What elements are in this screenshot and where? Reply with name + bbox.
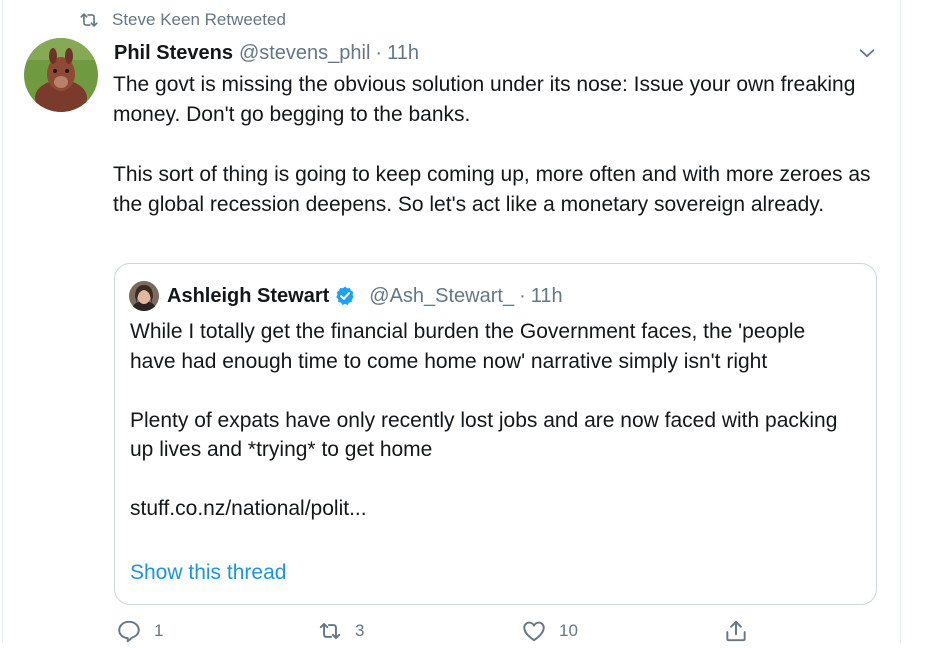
tweet-timestamp[interactable]: 11h: [387, 42, 419, 65]
quoted-link[interactable]: stuff.co.nz/national/polit...: [130, 494, 850, 524]
heart-icon: [523, 621, 545, 642]
author-name[interactable]: Phil Stevens: [114, 42, 233, 65]
retweet-context[interactable]: Steve Keen Retweeted: [78, 9, 286, 31]
verified-badge-icon: [336, 286, 354, 305]
timeline-right-border: [900, 0, 901, 643]
share-icon: [726, 620, 746, 642]
timeline-left-border: [2, 0, 3, 643]
reply-count: 1: [154, 621, 164, 640]
retweet-button[interactable]: 3: [317, 618, 364, 644]
reply-icon: [118, 620, 140, 643]
quoted-author-avatar[interactable]: [129, 281, 159, 311]
retweet-icon: [80, 13, 98, 27]
quoted-paragraph: Plenty of expats have only recently lost…: [130, 408, 838, 462]
reply-button[interactable]: 1: [116, 618, 163, 644]
quoted-tweet-text: While I totally get the financial burden…: [130, 317, 850, 524]
quoted-avatar-image: [129, 281, 159, 311]
retweet-count: 3: [355, 621, 365, 640]
tweet-text: The govt is missing the obvious solution…: [113, 70, 873, 220]
tweet-paragraph: The govt is missing the obvious solution…: [113, 73, 856, 126]
author-avatar[interactable]: [24, 38, 98, 112]
quoted-header-separator: ·: [519, 284, 526, 307]
quoted-tweet-card[interactable]: Ashleigh Stewart @Ash_Stewart_ · 11h Whi…: [114, 263, 877, 605]
tweet-actions: 1 3 10: [0, 618, 931, 648]
quoted-tweet-timestamp[interactable]: 11h: [531, 285, 563, 308]
quoted-paragraph: While I totally get the financial burden…: [130, 320, 806, 373]
alpaca-avatar-image: [24, 38, 98, 112]
tweet-paragraph: This sort of thing is going to keep comi…: [113, 163, 871, 216]
quoted-author-handle[interactable]: @Ash_Stewart_: [369, 285, 514, 308]
like-button[interactable]: 10: [521, 618, 578, 644]
share-button[interactable]: [723, 618, 761, 644]
author-handle[interactable]: @stevens_phil: [239, 42, 370, 65]
header-separator: ·: [375, 41, 383, 64]
retweet-context-text: Steve Keen Retweeted: [112, 10, 286, 29]
like-count: 10: [559, 621, 578, 640]
chevron-down-icon[interactable]: [856, 42, 878, 64]
quoted-author-name[interactable]: Ashleigh Stewart: [167, 285, 329, 308]
retweet-icon: [319, 622, 341, 640]
tweet-header: Phil Stevens @stevens_phil · 11h: [114, 40, 419, 66]
show-thread-link[interactable]: Show this thread: [130, 561, 286, 585]
quoted-tweet-header: Ashleigh Stewart @Ash_Stewart_ · 11h: [167, 282, 563, 310]
